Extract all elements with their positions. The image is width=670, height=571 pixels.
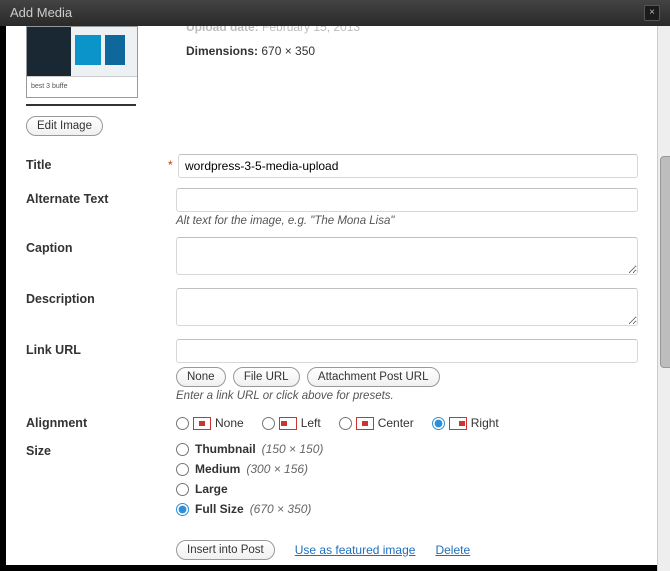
description-label: Description bbox=[26, 288, 166, 306]
link-url-input[interactable] bbox=[176, 339, 638, 363]
alignment-right-radio[interactable] bbox=[432, 417, 445, 430]
size-full-option[interactable]: Full Size (670 × 350) bbox=[176, 502, 638, 516]
size-thumbnail-radio[interactable] bbox=[176, 443, 189, 456]
close-icon: × bbox=[649, 0, 655, 26]
dimensions-value: 670 × 350 bbox=[261, 44, 315, 58]
align-none-icon bbox=[193, 417, 211, 430]
alignment-center-option[interactable]: Center bbox=[339, 416, 414, 430]
thumbnail-caption-strip: best 3 buffe bbox=[27, 76, 137, 97]
title-input[interactable] bbox=[178, 154, 638, 178]
alignment-none-option[interactable]: None bbox=[176, 416, 244, 430]
size-thumbnail-option[interactable]: Thumbnail (150 × 150) bbox=[176, 442, 638, 456]
attachment-form: Title * Alternate Text Alt text for the … bbox=[26, 154, 638, 560]
add-media-modal: Add Media × best 3 buffe Upload date: Fe… bbox=[0, 0, 670, 571]
description-textarea[interactable] bbox=[176, 288, 638, 326]
alignment-right-option[interactable]: Right bbox=[432, 416, 499, 430]
alt-text-input[interactable] bbox=[176, 188, 638, 212]
link-url-label: Link URL bbox=[26, 339, 166, 357]
modal-body: best 3 buffe Upload date: February 15, 2… bbox=[0, 26, 658, 571]
title-label: Title bbox=[26, 154, 166, 172]
size-full-radio[interactable] bbox=[176, 503, 189, 516]
caption-label: Caption bbox=[26, 237, 166, 255]
alignment-label: Alignment bbox=[26, 412, 166, 430]
size-medium-radio[interactable] bbox=[176, 463, 189, 476]
size-large-radio[interactable] bbox=[176, 483, 189, 496]
vertical-scrollbar[interactable] bbox=[657, 26, 670, 571]
attachment-summary: best 3 buffe Upload date: February 15, 2… bbox=[26, 26, 638, 116]
size-medium-option[interactable]: Medium (300 × 156) bbox=[176, 462, 638, 476]
alignment-center-radio[interactable] bbox=[339, 417, 352, 430]
modal-header: Add Media × bbox=[0, 0, 670, 27]
link-none-button[interactable]: None bbox=[176, 367, 226, 387]
upload-date-label: Upload date: bbox=[186, 26, 259, 34]
align-right-icon bbox=[449, 417, 467, 430]
alignment-left-radio[interactable] bbox=[262, 417, 275, 430]
alt-text-label: Alternate Text bbox=[26, 188, 166, 206]
modal-title: Add Media bbox=[10, 0, 72, 26]
scrollbar-thumb[interactable] bbox=[660, 156, 670, 368]
close-button[interactable]: × bbox=[644, 5, 660, 21]
alignment-none-radio[interactable] bbox=[176, 417, 189, 430]
delete-link[interactable]: Delete bbox=[435, 543, 470, 557]
size-large-option[interactable]: Large bbox=[176, 482, 638, 496]
dimensions-label: Dimensions: bbox=[186, 44, 258, 58]
link-attachment-url-button[interactable]: Attachment Post URL bbox=[307, 367, 440, 387]
alignment-left-option[interactable]: Left bbox=[262, 416, 321, 430]
size-label: Size bbox=[26, 440, 166, 458]
use-as-featured-link[interactable]: Use as featured image bbox=[295, 543, 416, 557]
alt-text-hint: Alt text for the image, e.g. "The Mona L… bbox=[176, 215, 638, 227]
thumbnail-underline bbox=[26, 104, 136, 106]
upload-date-row: Upload date: February 15, 2013 bbox=[186, 26, 638, 34]
title-required-indicator: * bbox=[168, 154, 178, 172]
insert-into-post-button[interactable]: Insert into Post bbox=[176, 540, 275, 560]
edit-image-button[interactable]: Edit Image bbox=[26, 116, 103, 136]
align-left-icon bbox=[279, 417, 297, 430]
link-url-hint: Enter a link URL or click above for pres… bbox=[176, 390, 638, 402]
dimensions-row: Dimensions: 670 × 350 bbox=[186, 44, 638, 58]
attachment-thumbnail: best 3 buffe bbox=[26, 26, 138, 98]
upload-date-value: February 15, 2013 bbox=[262, 26, 360, 34]
link-file-url-button[interactable]: File URL bbox=[233, 367, 300, 387]
align-center-icon bbox=[356, 417, 374, 430]
caption-textarea[interactable] bbox=[176, 237, 638, 275]
